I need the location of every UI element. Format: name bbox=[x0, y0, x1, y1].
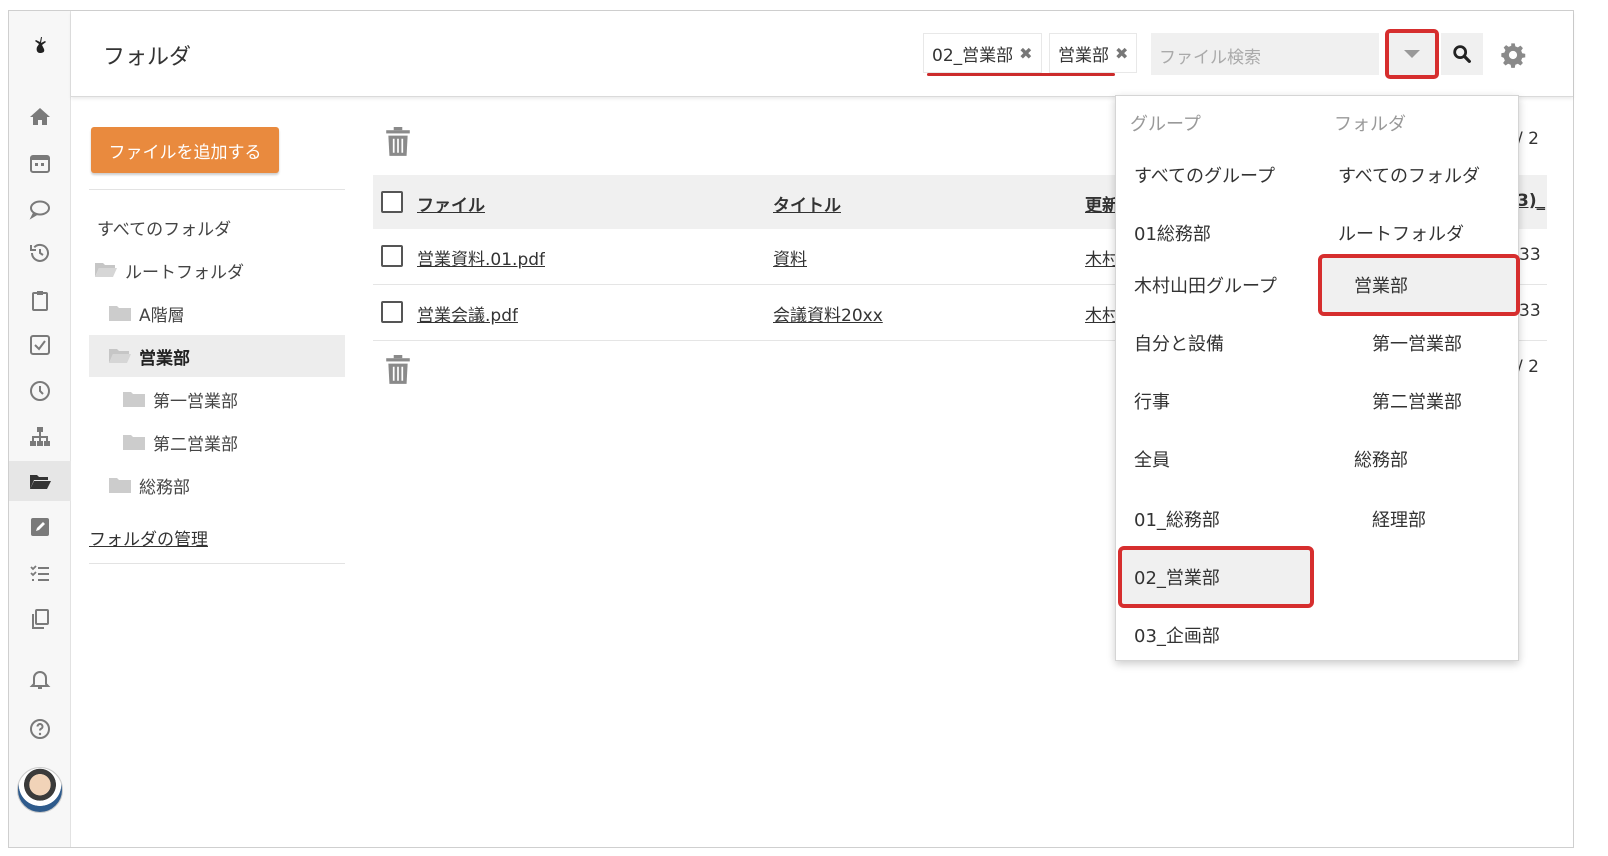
tree-item-label: すべてのフォルダ bbox=[97, 219, 232, 240]
history-icon[interactable] bbox=[9, 233, 71, 273]
divider bbox=[89, 563, 345, 564]
add-file-button[interactable]: ファイルを追加する bbox=[91, 127, 279, 173]
tree-item-sales[interactable]: 営業部 bbox=[89, 335, 345, 377]
icon-rail bbox=[9, 11, 71, 847]
group-column-header: グループ bbox=[1130, 114, 1201, 135]
tree-item-label: 営業部 bbox=[139, 348, 190, 369]
help-icon[interactable] bbox=[9, 709, 71, 749]
avatar[interactable] bbox=[17, 767, 63, 813]
tree-item-sales-1[interactable]: 第一営業部 bbox=[89, 378, 345, 420]
group-option[interactable]: すべてのグループ bbox=[1134, 162, 1275, 188]
list-icon[interactable] bbox=[9, 553, 71, 593]
group-option[interactable]: 自分と設備 bbox=[1134, 330, 1224, 356]
chip-label: 営業部 bbox=[1058, 45, 1109, 66]
folder-open-icon bbox=[95, 263, 117, 277]
column-header-updated[interactable]: 更新 bbox=[1085, 191, 1119, 216]
calendar-icon[interactable] bbox=[9, 143, 71, 183]
filter-chip-folder[interactable]: 営業部 ✖ bbox=[1049, 33, 1138, 73]
tree-item-label: 総務部 bbox=[139, 477, 190, 498]
trash-icon[interactable] bbox=[385, 127, 411, 157]
folder-icon bbox=[109, 306, 131, 321]
settings-button[interactable] bbox=[1493, 35, 1533, 75]
gear-icon bbox=[1501, 43, 1526, 68]
column-header-file[interactable]: ファイル bbox=[417, 191, 485, 216]
tree-item-label: 第二営業部 bbox=[153, 434, 238, 455]
org-chart-icon[interactable] bbox=[9, 417, 71, 457]
page-title: フォルダ bbox=[103, 45, 192, 70]
header: フォルダ 02_営業部 ✖ 営業部 ✖ ファイル検索 bbox=[71, 11, 1573, 97]
title-link[interactable]: 資料 bbox=[773, 245, 807, 270]
group-option[interactable]: 行事 bbox=[1134, 388, 1170, 414]
trash-icon[interactable] bbox=[385, 355, 411, 385]
folder-icon bbox=[123, 392, 145, 407]
row-checkbox[interactable] bbox=[381, 301, 403, 323]
updater-link[interactable]: 木村 bbox=[1085, 301, 1119, 326]
column-header-title[interactable]: タイトル bbox=[773, 191, 841, 216]
remove-chip-icon[interactable]: ✖ bbox=[1115, 44, 1128, 63]
divider bbox=[89, 189, 345, 190]
group-option[interactable]: 全員 bbox=[1134, 446, 1170, 472]
column-header-trail[interactable]: 3)_ bbox=[1517, 191, 1545, 211]
row-checkbox[interactable] bbox=[381, 245, 403, 267]
remove-chip-icon[interactable]: ✖ bbox=[1019, 44, 1032, 63]
folder-option-selected[interactable]: 営業部 bbox=[1354, 272, 1408, 298]
row-trail: 33 bbox=[1519, 245, 1541, 265]
tree-item-all-folders[interactable]: すべてのフォルダ bbox=[89, 206, 345, 248]
tree-item-a-level[interactable]: A階層 bbox=[89, 292, 345, 334]
chevron-down-icon bbox=[1404, 50, 1420, 58]
tree-item-label: A階層 bbox=[139, 305, 185, 326]
title-link[interactable]: 会議資料20xx bbox=[773, 301, 883, 326]
tree-item-label: 第一営業部 bbox=[153, 391, 238, 412]
chip-annotation-underline bbox=[927, 73, 1115, 76]
file-link[interactable]: 営業会議.pdf bbox=[417, 301, 518, 326]
chip-label: 02_営業部 bbox=[932, 45, 1014, 66]
clipboard-icon[interactable] bbox=[9, 281, 71, 321]
search-icon bbox=[1453, 45, 1471, 63]
folder-option[interactable]: ルートフォルダ bbox=[1338, 220, 1464, 246]
checkbox-icon[interactable] bbox=[9, 325, 71, 365]
manage-folders-link[interactable]: フォルダの管理 bbox=[89, 525, 208, 550]
folder-column-header: フォルダ bbox=[1334, 114, 1406, 135]
group-option[interactable]: 木村山田グループ bbox=[1134, 272, 1277, 298]
group-option[interactable]: 01総務部 bbox=[1134, 220, 1211, 246]
tree-item-root-folder[interactable]: ルートフォルダ bbox=[89, 249, 345, 291]
group-option[interactable]: 01_総務部 bbox=[1134, 506, 1220, 532]
folder-icon bbox=[109, 478, 131, 493]
copy-icon[interactable] bbox=[9, 599, 71, 639]
pager-bottom: / 2 bbox=[1517, 357, 1539, 377]
logo-icon[interactable] bbox=[9, 23, 71, 63]
filter-dropdown-button[interactable] bbox=[1385, 29, 1439, 79]
select-all-checkbox[interactable] bbox=[381, 191, 403, 213]
clock-icon[interactable] bbox=[9, 371, 71, 411]
group-option-selected[interactable]: 02_営業部 bbox=[1134, 564, 1220, 590]
search-input[interactable]: ファイル検索 bbox=[1151, 33, 1379, 75]
tree-item-label: ルートフォルダ bbox=[125, 262, 244, 283]
folder-option[interactable]: 経理部 bbox=[1372, 506, 1426, 532]
folder-option[interactable]: 第一営業部 bbox=[1372, 330, 1462, 356]
pager-top: / 2 bbox=[1517, 129, 1539, 149]
folder-icon bbox=[123, 435, 145, 450]
filter-dropdown-panel: グループ フォルダ すべてのグループ 01総務部 木村山田グループ 自分と設備 … bbox=[1115, 95, 1520, 661]
group-option[interactable]: 03_企画部 bbox=[1134, 622, 1220, 648]
folder-option[interactable]: すべてのフォルダ bbox=[1338, 162, 1480, 188]
tree-item-sales-2[interactable]: 第二営業部 bbox=[89, 421, 345, 463]
edit-icon[interactable] bbox=[9, 507, 71, 547]
bell-icon[interactable] bbox=[9, 659, 71, 699]
selected-folder-highlight bbox=[1318, 254, 1520, 316]
search-button[interactable] bbox=[1441, 33, 1483, 75]
row-trail: 33 bbox=[1519, 301, 1541, 321]
chat-icon[interactable] bbox=[9, 189, 71, 229]
updater-link[interactable]: 木村 bbox=[1085, 245, 1119, 270]
home-icon[interactable] bbox=[9, 97, 71, 137]
app-window: フォルダ 02_営業部 ✖ 営業部 ✖ ファイル検索 ファイルを追加する すべて… bbox=[8, 10, 1574, 848]
tree-item-general-affairs[interactable]: 総務部 bbox=[89, 464, 345, 506]
filter-chip-group[interactable]: 02_営業部 ✖ bbox=[923, 33, 1042, 73]
folder-open-icon[interactable] bbox=[9, 461, 71, 501]
folder-open-icon bbox=[109, 349, 131, 363]
folder-option[interactable]: 総務部 bbox=[1354, 446, 1408, 472]
folder-option[interactable]: 第二営業部 bbox=[1372, 388, 1462, 414]
file-link[interactable]: 営業資料.01.pdf bbox=[417, 245, 545, 270]
